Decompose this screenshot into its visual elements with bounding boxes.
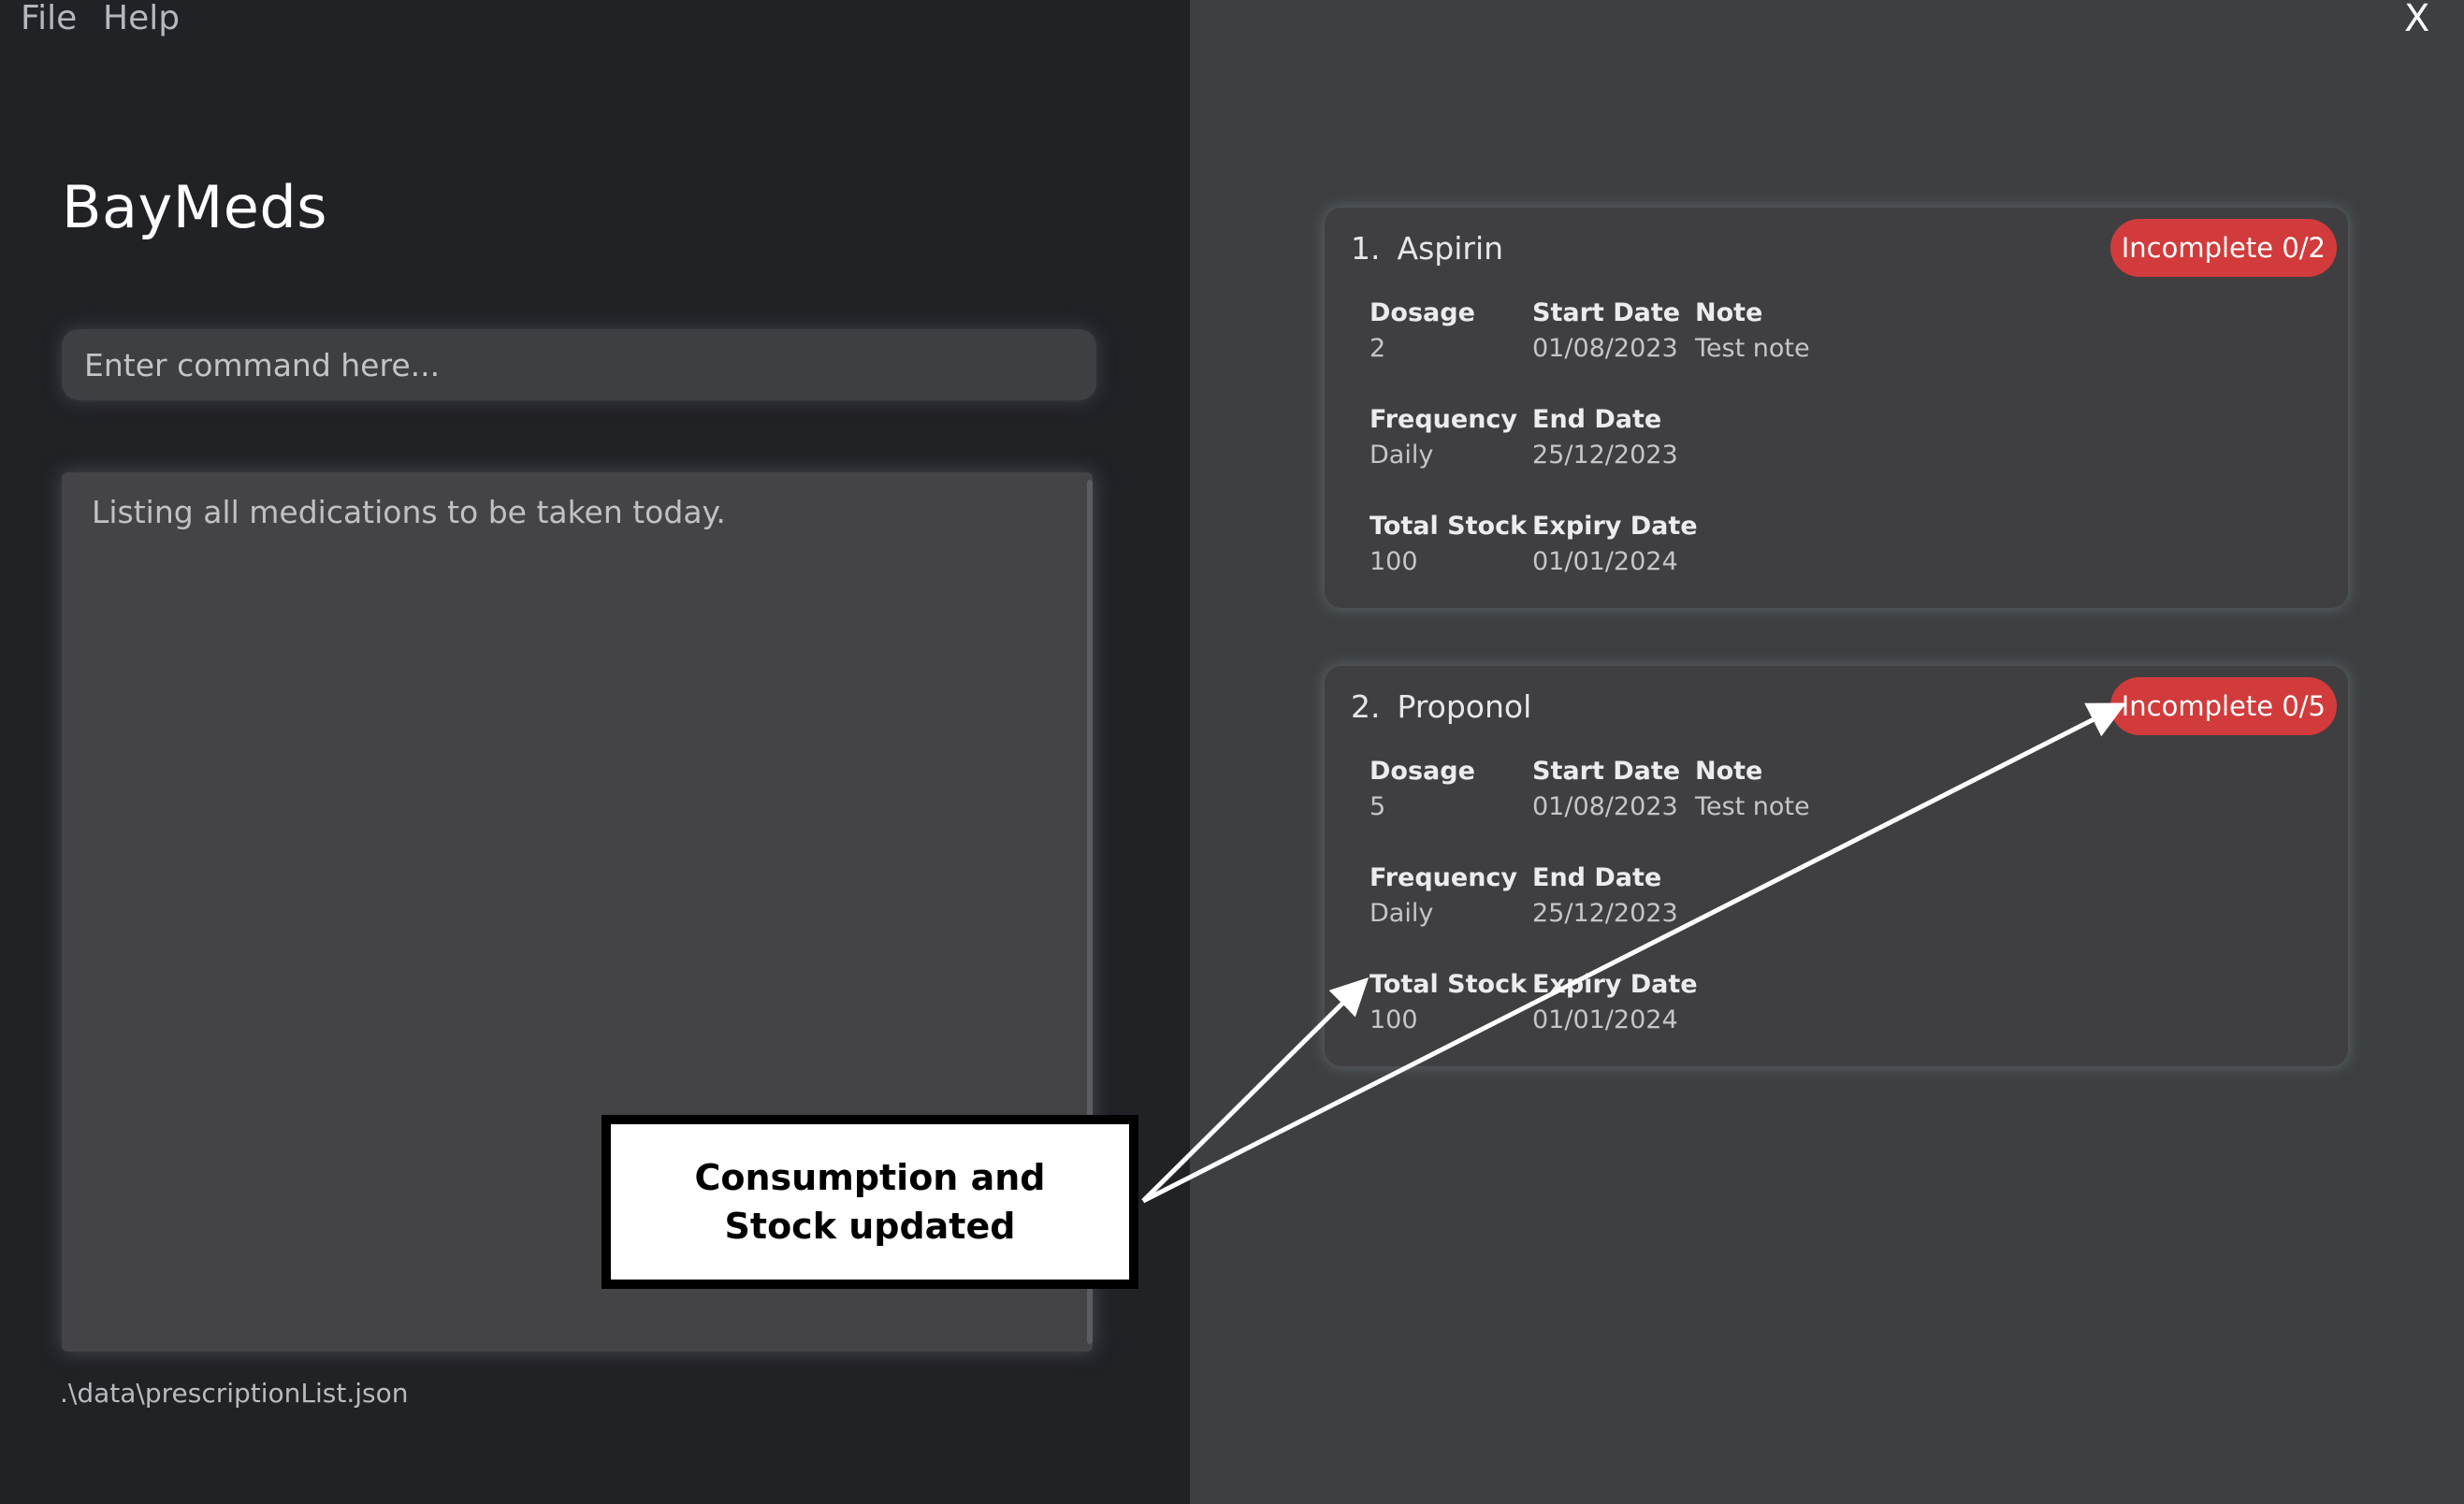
medication-name: Proponol [1397, 688, 1532, 725]
expiry-date-field: Expiry Date 01/01/2024 [1532, 967, 1698, 1038]
dosage-label: Dosage [1370, 298, 1475, 327]
expiry-date-field: Expiry Date 01/01/2024 [1532, 509, 1698, 580]
total-stock-label: Total Stock [1370, 970, 1528, 999]
dosage-label: Dosage [1370, 757, 1475, 786]
medication-title: 1. Aspirin [1351, 226, 1503, 271]
app-window: File Help BayMeds Listing all medication… [0, 0, 2464, 1504]
note-label: Note [1695, 298, 1763, 327]
end-date-value: 25/12/2023 [1532, 441, 1678, 470]
end-date-value: 25/12/2023 [1532, 899, 1678, 928]
medication-index: 2. [1351, 688, 1381, 725]
annotation-text: Consumption and Stock updated [694, 1157, 1046, 1247]
frequency-label: Frequency [1370, 405, 1518, 434]
menu-help[interactable]: Help [103, 0, 180, 37]
frequency-field: Frequency Daily [1370, 860, 1517, 932]
dosage-field: Dosage 2 [1370, 296, 1475, 367]
total-stock-field: Total Stock 100 [1370, 967, 1527, 1038]
total-stock-field: Total Stock 100 [1370, 509, 1527, 580]
note-label: Note [1695, 757, 1763, 786]
status-badge: Incomplete 0/2 [2109, 219, 2337, 277]
start-date-value: 01/08/2023 [1532, 792, 1678, 821]
status-badge: Incomplete 0/5 [2109, 677, 2337, 735]
total-stock-value: 100 [1370, 547, 1418, 576]
menu-file[interactable]: File [21, 0, 77, 37]
expiry-date-value: 01/01/2024 [1532, 547, 1678, 576]
medication-card[interactable]: 1. Aspirin Incomplete 0/2 Dosage 2 Start … [1325, 208, 2348, 608]
status-bar-file-path: .\data\prescriptionList.json [60, 1378, 409, 1409]
close-button[interactable]: X [2404, 0, 2429, 37]
start-date-label: Start Date [1532, 298, 1681, 327]
end-date-field: End Date 25/12/2023 [1532, 860, 1678, 932]
note-field: Note Test note [1695, 754, 1810, 825]
medication-index: 1. [1351, 230, 1381, 267]
total-stock-label: Total Stock [1370, 512, 1528, 541]
expiry-date-label: Expiry Date [1532, 512, 1698, 541]
medication-name: Aspirin [1397, 230, 1504, 267]
note-field: Note Test note [1695, 296, 1810, 367]
medication-title: 2. Proponol [1351, 685, 1531, 730]
total-stock-value: 100 [1370, 1005, 1418, 1034]
expiry-date-label: Expiry Date [1532, 970, 1698, 999]
result-text: Listing all medications to be taken toda… [92, 494, 726, 530]
start-date-value: 01/08/2023 [1532, 334, 1678, 363]
frequency-field: Frequency Daily [1370, 402, 1517, 473]
dosage-value: 5 [1370, 792, 1386, 821]
note-value: Test note [1695, 334, 1810, 363]
start-date-label: Start Date [1532, 757, 1681, 786]
dosage-value: 2 [1370, 334, 1386, 363]
medication-card[interactable]: 2. Proponol Incomplete 0/5 Dosage 5 Start… [1325, 666, 2348, 1066]
end-date-field: End Date 25/12/2023 [1532, 402, 1678, 473]
end-date-label: End Date [1532, 863, 1662, 892]
expiry-date-value: 01/01/2024 [1532, 1005, 1678, 1034]
start-date-field: Start Date 01/08/2023 [1532, 754, 1680, 825]
frequency-value: Daily [1370, 441, 1434, 470]
command-box [62, 329, 1096, 400]
frequency-label: Frequency [1370, 863, 1518, 892]
app-title: BayMeds [62, 173, 328, 241]
command-input[interactable] [62, 329, 1096, 400]
annotation-callout: Consumption and Stock updated [602, 1115, 1138, 1289]
frequency-value: Daily [1370, 899, 1434, 928]
dosage-field: Dosage 5 [1370, 754, 1475, 825]
note-value: Test note [1695, 792, 1810, 821]
end-date-label: End Date [1532, 405, 1662, 434]
start-date-field: Start Date 01/08/2023 [1532, 296, 1680, 367]
